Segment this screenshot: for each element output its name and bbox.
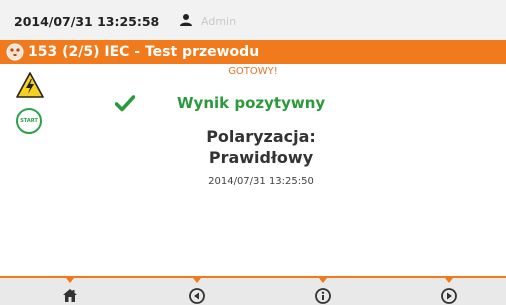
plug-icon <box>6 43 24 61</box>
user-name[interactable]: Admin <box>201 15 236 28</box>
nav-notch <box>319 278 327 283</box>
info-button[interactable] <box>260 278 386 305</box>
user-icon <box>180 14 192 26</box>
forward-button[interactable] <box>386 278 506 305</box>
measurement-value: Prawidłowy <box>208 148 314 167</box>
home-button[interactable] <box>7 278 133 305</box>
check-icon <box>115 95 135 112</box>
nav-notch <box>193 278 201 283</box>
result-text: Wynik pozytywny <box>177 94 326 112</box>
title-bar: 153 (2/5) IEC - Test przewodu <box>0 40 506 64</box>
nav-notch <box>66 278 74 283</box>
high-voltage-warning-icon <box>16 72 44 98</box>
status-label: GOTOWY! <box>228 66 278 77</box>
result-timestamp: 2014/07/31 13:25:50 <box>208 176 314 187</box>
start-label: START <box>20 118 38 124</box>
arrow-left-icon <box>189 288 205 304</box>
current-datetime: 2014/07/31 13:25:58 <box>14 14 160 29</box>
arrow-right-icon <box>441 288 457 304</box>
measurement-name: Polaryzacja: <box>206 127 316 146</box>
page-title: 153 (2/5) IEC - Test przewodu <box>28 44 260 60</box>
back-button[interactable] <box>134 278 260 305</box>
bottom-nav-bar <box>0 276 506 305</box>
home-icon <box>63 289 77 302</box>
nav-notch <box>445 278 453 283</box>
info-icon <box>315 288 331 304</box>
top-bar: 2014/07/31 13:25:58 Admin <box>0 0 506 40</box>
